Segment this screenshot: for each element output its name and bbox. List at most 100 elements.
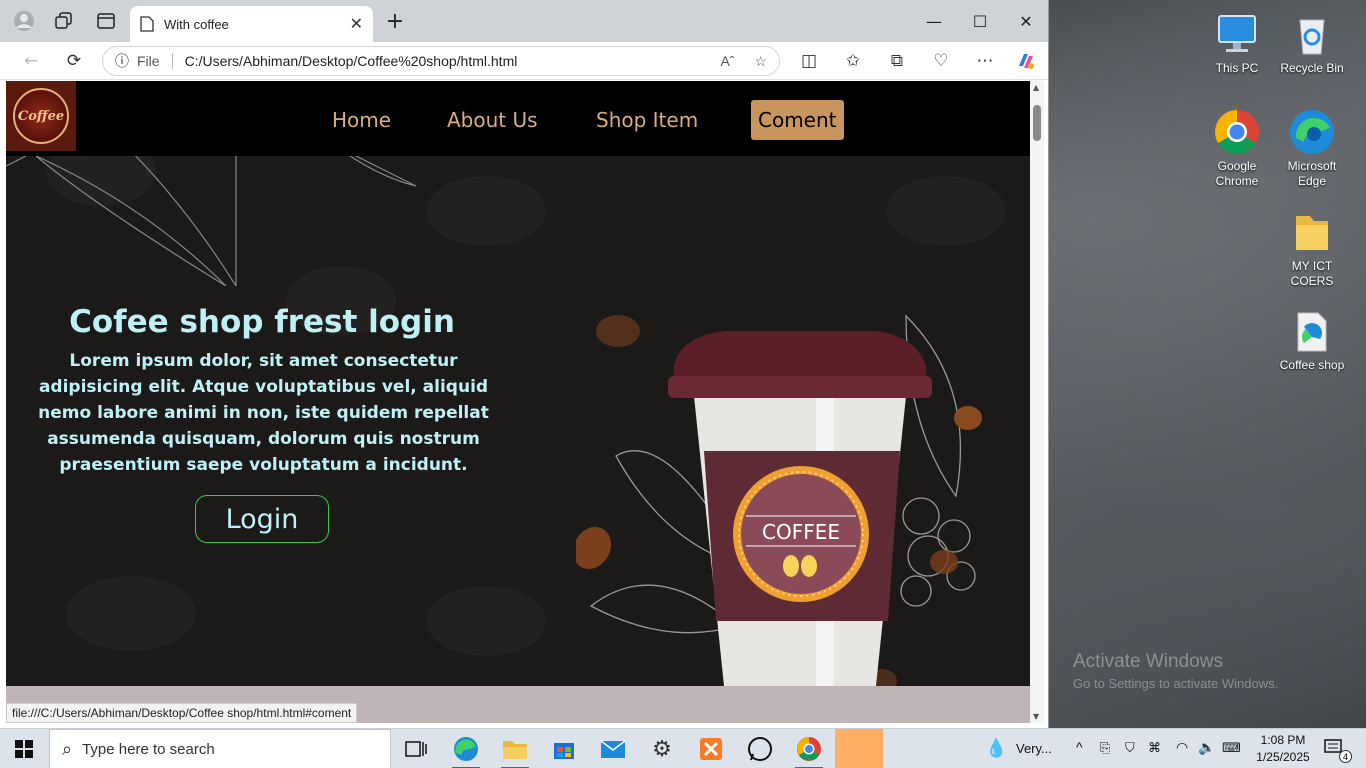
- coffee-cup-illustration: COFFEE: [576, 314, 982, 686]
- collections-icon[interactable]: ⧉: [886, 50, 908, 72]
- copilot-icon[interactable]: [1015, 50, 1037, 72]
- nav-home[interactable]: Home: [332, 100, 391, 140]
- taskbar: ⌕ Type here to search ⚙ 💧 Very... ^ ⎘ ⛉ …: [0, 728, 1366, 768]
- chrome-icon: [1213, 108, 1261, 156]
- notifications-icon[interactable]: 4: [1324, 739, 1352, 763]
- tab-title: With coffee: [164, 16, 229, 32]
- desktop-icon-label: This PC: [1215, 61, 1259, 75]
- folder-shortcut-icon: [1288, 307, 1336, 355]
- desktop-icon-folder[interactable]: MY ICT COERS: [1274, 208, 1350, 289]
- security-icon[interactable]: ⛉: [1125, 740, 1135, 756]
- edge-taskbar-icon[interactable]: [450, 733, 482, 768]
- profile-icon[interactable]: [10, 0, 38, 42]
- logo-badge: Coffee: [13, 88, 69, 144]
- clock-date: 1/25/2025: [1256, 750, 1310, 764]
- scroll-up-icon[interactable]: ▲: [1033, 83, 1039, 92]
- back-icon[interactable]: ←: [20, 50, 42, 72]
- folder-icon: [1288, 208, 1336, 256]
- favorites-icon[interactable]: ✩: [842, 50, 864, 72]
- notification-count: 4: [1339, 750, 1352, 763]
- address-toolbar: ← ⟳ ⓘ File C:/Users/Abhiman/Desktop/Coff…: [0, 42, 1048, 80]
- settings-gear-icon[interactable]: ⚙: [646, 733, 678, 765]
- scroll-down-icon[interactable]: ▼: [1033, 712, 1039, 721]
- hero-title: Cofee shop frest login: [69, 304, 455, 340]
- whatsapp-icon[interactable]: [744, 733, 776, 765]
- keyboard-icon[interactable]: ⌨: [1222, 740, 1241, 756]
- nav-about-us[interactable]: About Us: [447, 100, 538, 140]
- bean-pattern: [426, 586, 546, 656]
- scrollbar-thumb[interactable]: [1033, 105, 1041, 141]
- nav-shop-item[interactable]: Shop Item: [596, 100, 698, 140]
- browser-titlebar: With coffee ✕ + — ☐ ✕: [0, 0, 1048, 42]
- desktop-icon-chrome[interactable]: Google Chrome: [1199, 108, 1275, 189]
- desktop-icon-edge[interactable]: Microsoft Edge: [1274, 108, 1350, 189]
- desktop-icon-this-pc[interactable]: This PC: [1199, 10, 1275, 76]
- bean-pattern: [426, 176, 546, 246]
- desktop-icon-coffee-shop[interactable]: Coffee shop: [1274, 307, 1350, 373]
- link-status-tooltip: file:///C:/Users/Abhiman/Desktop/Coffee …: [6, 703, 358, 723]
- highlighted-taskbar-app[interactable]: [835, 729, 883, 768]
- address-bar[interactable]: ⓘ File C:/Users/Abhiman/Desktop/Coffee%2…: [102, 46, 780, 76]
- nav-coment[interactable]: Coment: [751, 100, 844, 140]
- meet-now-icon[interactable]: ⎘: [1100, 740, 1110, 756]
- volume-icon[interactable]: 🔈: [1198, 739, 1215, 756]
- mail-icon[interactable]: [597, 733, 629, 765]
- store-icon[interactable]: [548, 733, 580, 765]
- hero-section: Cofee shop frest login Lorem ipsum dolor…: [6, 156, 1030, 686]
- edge-icon: [1288, 108, 1336, 156]
- refresh-icon[interactable]: ⟳: [63, 50, 85, 72]
- split-screen-icon[interactable]: ◫: [798, 50, 820, 72]
- new-tab-icon[interactable]: +: [383, 0, 407, 42]
- page-icon: [140, 16, 154, 32]
- desktop-icon-label: MY ICT COERS: [1290, 259, 1334, 288]
- windows-icon: [15, 740, 33, 758]
- site-navbar: Coffee Home About Us Shop Item Coment: [6, 81, 1030, 156]
- minimize-icon[interactable]: —: [916, 0, 952, 42]
- input-indicator-icon[interactable]: ⌘: [1148, 740, 1161, 756]
- activate-windows-watermark: Activate Windows Go to Settings to activ…: [1073, 651, 1278, 691]
- weather-text[interactable]: Very...: [1016, 741, 1052, 756]
- file-explorer-icon[interactable]: [499, 733, 531, 768]
- chrome-taskbar-icon[interactable]: [793, 733, 825, 768]
- info-icon[interactable]: ⓘ: [115, 51, 129, 71]
- xampp-icon[interactable]: [695, 733, 727, 765]
- close-tab-icon[interactable]: ✕: [350, 14, 363, 34]
- desktop-icon-label: Google Chrome: [1215, 159, 1259, 188]
- cup-label: COFFEE: [762, 520, 840, 544]
- start-button[interactable]: [0, 729, 48, 768]
- url-scheme-label: File: [137, 53, 173, 69]
- browser-tab[interactable]: With coffee ✕: [130, 6, 373, 42]
- workspaces-icon[interactable]: [52, 0, 76, 42]
- desktop-icon-recycle-bin[interactable]: Recycle Bin: [1274, 10, 1350, 76]
- activate-subtitle: Go to Settings to activate Windows.: [1073, 676, 1279, 691]
- favorite-star-icon[interactable]: ☆: [754, 53, 767, 70]
- desktop-icon-label: Recycle Bin: [1280, 61, 1344, 75]
- page-viewport: Coffee Home About Us Shop Item Coment Co…: [6, 81, 1030, 723]
- hero-description: Lorem ipsum dolor, sit amet consectetur …: [38, 351, 489, 475]
- page-scrollbar[interactable]: ▲ ▼: [1030, 81, 1044, 723]
- search-icon: ⌕: [62, 738, 73, 759]
- task-view-icon[interactable]: [400, 733, 432, 765]
- taskbar-search[interactable]: ⌕ Type here to search: [49, 729, 391, 768]
- desktop-icon-label: Microsoft Edge: [1287, 159, 1337, 188]
- read-aloud-icon[interactable]: Aˆ: [720, 53, 734, 69]
- activate-title: Activate Windows: [1073, 651, 1223, 672]
- maximize-icon[interactable]: ☐: [962, 0, 998, 42]
- url-text: C:/Users/Abhiman/Desktop/Coffee%20shop/h…: [184, 53, 518, 69]
- clock[interactable]: 1:08 PM 1/25/2025: [1253, 732, 1313, 766]
- monitor-icon: [1213, 10, 1261, 58]
- login-button[interactable]: Login: [195, 495, 329, 543]
- close-window-icon[interactable]: ✕: [1008, 0, 1044, 42]
- wifi-icon[interactable]: ◠: [1176, 739, 1188, 756]
- search-placeholder: Type here to search: [82, 740, 215, 758]
- recycle-bin-icon: [1288, 10, 1336, 58]
- weather-icon[interactable]: 💧: [985, 738, 1007, 759]
- more-options-icon[interactable]: ⋯: [974, 50, 996, 72]
- bean-pattern: [66, 576, 196, 651]
- tab-actions-icon[interactable]: [94, 0, 118, 42]
- system-tray: 💧 Very... ^ ⎘ ⛉ ⌘ ◠ 🔈 ⌨: [980, 729, 1241, 768]
- show-hidden-icons-icon[interactable]: ^: [1076, 739, 1083, 755]
- desktop-icon-label: Coffee shop: [1279, 358, 1345, 372]
- site-logo[interactable]: Coffee: [6, 81, 76, 151]
- browser-essentials-icon[interactable]: ♡: [930, 50, 952, 72]
